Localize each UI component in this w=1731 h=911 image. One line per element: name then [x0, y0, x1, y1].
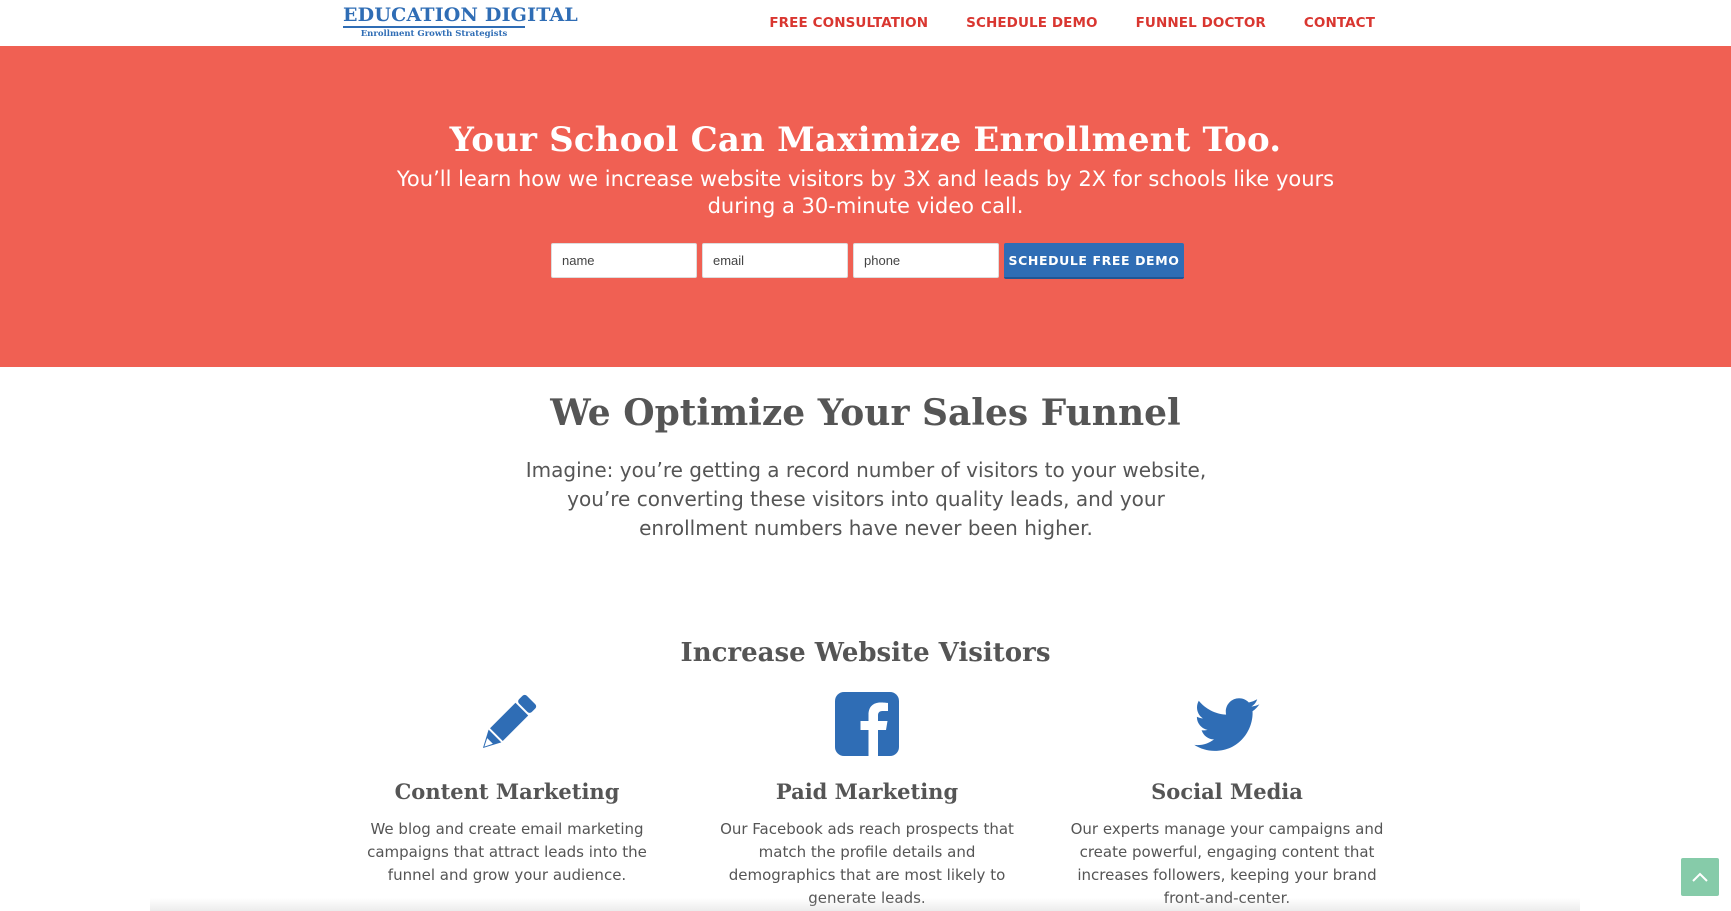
logo-tagline: Enrollment Growth Strategists — [360, 28, 508, 39]
feature-social-media: Social Media Our experts manage your cam… — [1063, 690, 1391, 910]
feature-text: We blog and create email marketing campa… — [367, 820, 647, 884]
logo[interactable]: EDUCATION DIGITAL Enrollment Growth Stra… — [343, 4, 578, 39]
feature-title: Social Media — [1151, 779, 1303, 804]
optimize-title: We Optimize Your Sales Funnel — [550, 392, 1181, 434]
logo-divider — [343, 26, 525, 28]
nav-link-free-consultation[interactable]: FREE CONSULTATION — [769, 15, 928, 31]
nav-link-contact[interactable]: CONTACT — [1304, 15, 1375, 31]
features-row: Content Marketing We blog and create ema… — [343, 690, 1388, 911]
feature-content-marketing: Content Marketing We blog and create ema… — [343, 690, 671, 887]
scroll-to-top-button[interactable] — [1681, 858, 1719, 896]
hero-title: Your School Can Maximize Enrollment Too. — [449, 120, 1282, 160]
facebook-icon — [835, 692, 899, 756]
nav-link-schedule-demo[interactable]: SCHEDULE DEMO — [966, 15, 1097, 31]
twitter-icon — [1194, 698, 1260, 751]
demo-form: SCHEDULE FREE DEMO — [551, 243, 1184, 279]
feature-text: Our Facebook ads reach prospects that ma… — [720, 820, 1014, 907]
page: EDUCATION DIGITAL Enrollment Growth Stra… — [0, 0, 1731, 911]
pencil-icon — [482, 694, 537, 749]
logo-main-text: EDUCATION DIGITAL — [343, 4, 578, 26]
email-input[interactable] — [702, 243, 848, 278]
feature-text: Our experts manage your campaigns and cr… — [1070, 820, 1384, 907]
schedule-free-demo-button[interactable]: SCHEDULE FREE DEMO — [1004, 243, 1184, 279]
name-input[interactable] — [551, 243, 697, 278]
feature-title: Content Marketing — [394, 779, 620, 804]
phone-input[interactable] — [853, 243, 999, 278]
visitors-title: Increase Website Visitors — [680, 638, 1051, 668]
optimize-text: Imagine: you’re getting a record number … — [525, 458, 1207, 540]
hero-section: Your School Can Maximize Enrollment Too.… — [0, 46, 1731, 367]
hero-subtitle: You’ll learn how we increase website vis… — [396, 167, 1335, 218]
bottom-shadow — [150, 898, 1580, 911]
nav-links: FREE CONSULTATION SCHEDULE DEMO FUNNEL D… — [769, 0, 1375, 46]
top-nav: EDUCATION DIGITAL Enrollment Growth Stra… — [0, 0, 1731, 46]
chevron-up-icon — [1692, 872, 1708, 882]
feature-paid-marketing: Paid Marketing Our Facebook ads reach pr… — [703, 690, 1031, 910]
feature-title: Paid Marketing — [775, 779, 959, 804]
nav-link-funnel-doctor[interactable]: FUNNEL DOCTOR — [1136, 15, 1266, 31]
